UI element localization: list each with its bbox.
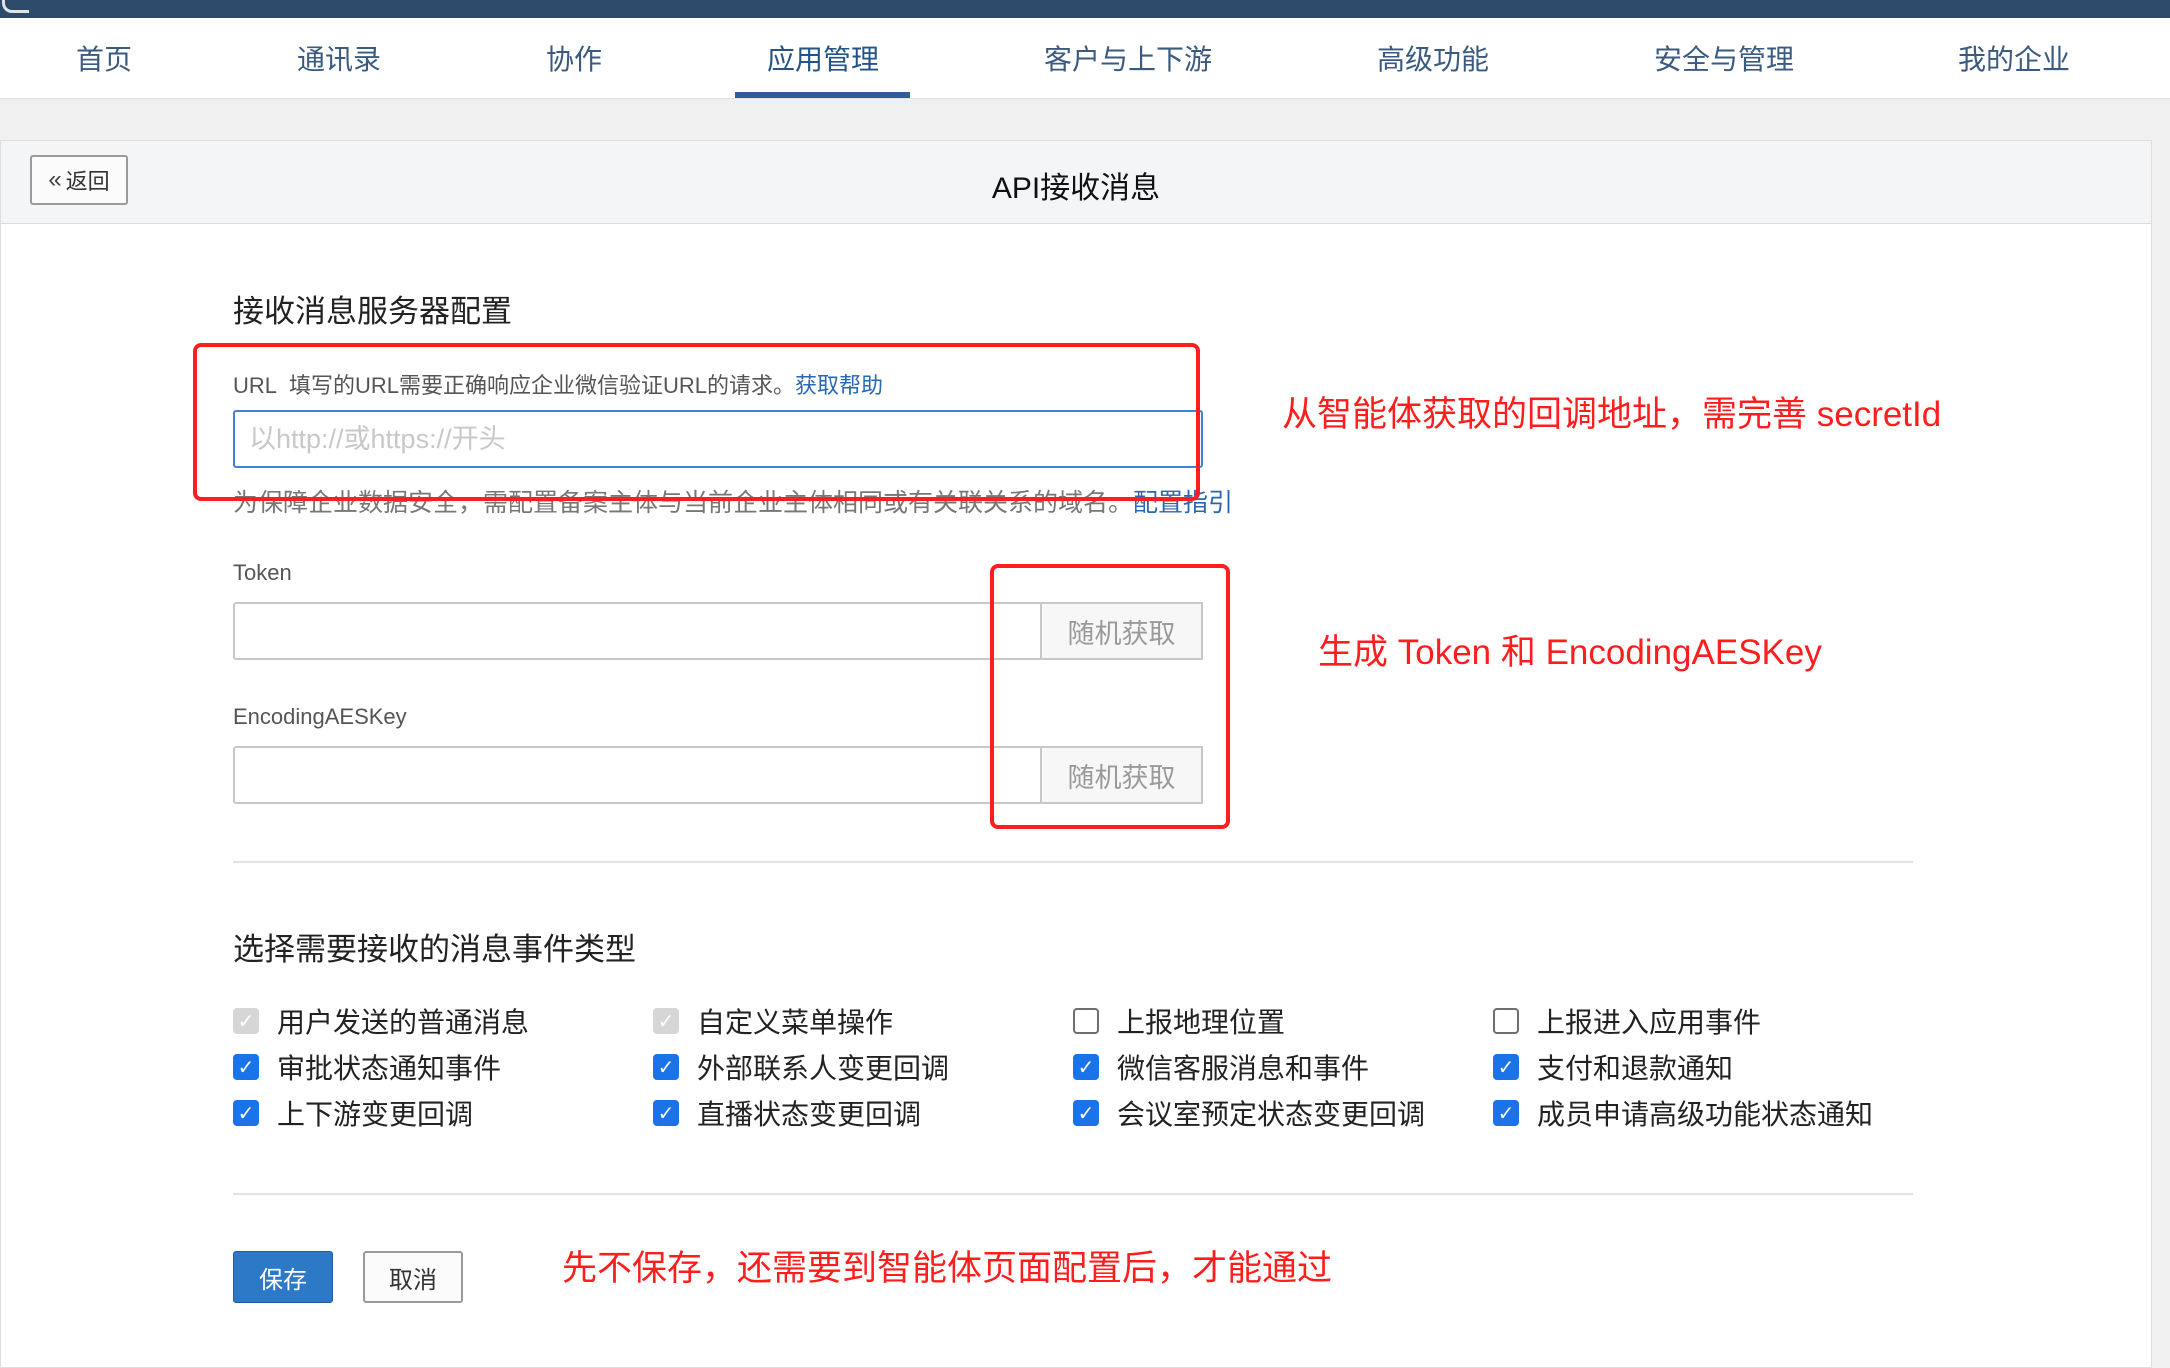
nav-item-security[interactable]: 安全与管理 bbox=[1654, 38, 1794, 78]
token-label: Token bbox=[233, 560, 292, 585]
server-config-title: 接收消息服务器配置 bbox=[233, 294, 512, 329]
event-type-item[interactable]: ✓ 微信客服消息和事件 bbox=[1073, 1047, 1369, 1087]
event-type-label: 会议室预定状态变更回调 bbox=[1117, 1099, 1426, 1130]
annotation-url-note: 从智能体获取的回调地址，需完善 secretId bbox=[1282, 395, 1942, 434]
page-title: API接收消息 bbox=[991, 172, 1161, 205]
event-type-item[interactable]: 上报进入应用事件 bbox=[1493, 1001, 1761, 1041]
checkbox-checked[interactable]: ✓ bbox=[653, 1054, 679, 1080]
event-type-label: 外部联系人变更回调 bbox=[697, 1053, 950, 1084]
event-type-item[interactable]: ✓ 成员申请高级功能状态通知 bbox=[1493, 1093, 1873, 1133]
event-type-item[interactable]: ✓ 会议室预定状态变更回调 bbox=[1073, 1093, 1425, 1133]
annotation-token-note: 生成 Token 和 EncodingAESKey bbox=[1318, 633, 1822, 672]
nav-item-home[interactable]: 首页 bbox=[76, 38, 132, 78]
checkbox-checked[interactable]: ✓ bbox=[653, 1100, 679, 1126]
checkbox-unchecked[interactable] bbox=[1493, 1008, 1519, 1034]
event-type-item[interactable]: ✓ 自定义菜单操作 bbox=[653, 1001, 893, 1041]
event-type-label: 上报进入应用事件 bbox=[1537, 1007, 1762, 1038]
checkbox-checked[interactable]: ✓ bbox=[233, 1100, 259, 1126]
annotation-save-note: 先不保存，还需要到智能体页面配置后，才能通过 bbox=[562, 1249, 1333, 1288]
active-tab-indicator bbox=[735, 92, 910, 98]
page-right-edge bbox=[2152, 140, 2170, 1368]
checkbox-checked[interactable]: ✓ bbox=[1493, 1100, 1519, 1126]
nav-item-app-management[interactable]: 应用管理 bbox=[767, 38, 879, 78]
checkbox-checked[interactable]: ✓ bbox=[1073, 1054, 1099, 1080]
nav-item-my-company[interactable]: 我的企业 bbox=[1958, 38, 2070, 78]
section-divider bbox=[233, 861, 1913, 863]
nav-item-contacts[interactable]: 通讯录 bbox=[297, 38, 381, 78]
top-bar bbox=[0, 0, 2170, 18]
main-nav: 首页 通讯录 协作 应用管理 客户与上下游 高级功能 安全与管理 我的企业 bbox=[0, 18, 2170, 99]
event-type-label: 直播状态变更回调 bbox=[697, 1099, 922, 1130]
card-header: « 返回 API接收消息 bbox=[1, 141, 2151, 224]
annotation-box-random bbox=[990, 564, 1230, 829]
checkbox-checked[interactable]: ✓ bbox=[1073, 1100, 1099, 1126]
event-types-title: 选择需要接收的消息事件类型 bbox=[233, 932, 636, 967]
event-type-item[interactable]: ✓ 外部联系人变更回调 bbox=[653, 1047, 949, 1087]
checkbox-checked[interactable]: ✓ bbox=[1493, 1054, 1519, 1080]
cancel-button[interactable]: 取消 bbox=[363, 1251, 463, 1303]
event-type-label: 上报地理位置 bbox=[1117, 1007, 1286, 1038]
event-type-label: 审批状态通知事件 bbox=[277, 1053, 502, 1084]
event-type-item[interactable]: ✓ 用户发送的普通消息 bbox=[233, 1001, 529, 1041]
event-type-label: 自定义菜单操作 bbox=[697, 1007, 894, 1038]
annotation-box-url bbox=[193, 343, 1200, 501]
save-button[interactable]: 保存 bbox=[233, 1251, 333, 1303]
aeskey-label: EncodingAESKey bbox=[233, 704, 407, 729]
nav-item-advanced[interactable]: 高级功能 bbox=[1377, 38, 1489, 78]
event-type-item[interactable]: ✓ 直播状态变更回调 bbox=[653, 1093, 921, 1133]
checkbox-checked: ✓ bbox=[233, 1008, 259, 1034]
event-type-item[interactable]: ✓ 审批状态通知事件 bbox=[233, 1047, 501, 1087]
event-type-item[interactable]: 上报地理位置 bbox=[1073, 1001, 1285, 1041]
checkbox-checked: ✓ bbox=[653, 1008, 679, 1034]
event-type-label: 支付和退款通知 bbox=[1537, 1053, 1734, 1084]
event-type-label: 上下游变更回调 bbox=[277, 1099, 474, 1130]
nav-item-customers[interactable]: 客户与上下游 bbox=[1044, 38, 1212, 78]
event-type-label: 成员申请高级功能状态通知 bbox=[1537, 1099, 1874, 1130]
nav-item-collaboration[interactable]: 协作 bbox=[546, 38, 602, 78]
event-type-label: 用户发送的普通消息 bbox=[277, 1007, 530, 1038]
checkbox-unchecked[interactable] bbox=[1073, 1008, 1099, 1034]
event-type-item[interactable]: ✓ 支付和退款通知 bbox=[1493, 1047, 1733, 1087]
logo-icon bbox=[2, 0, 29, 13]
event-type-label: 微信客服消息和事件 bbox=[1117, 1053, 1370, 1084]
footer-divider bbox=[233, 1193, 1913, 1195]
checkbox-checked[interactable]: ✓ bbox=[233, 1054, 259, 1080]
event-type-item[interactable]: ✓ 上下游变更回调 bbox=[233, 1093, 473, 1133]
